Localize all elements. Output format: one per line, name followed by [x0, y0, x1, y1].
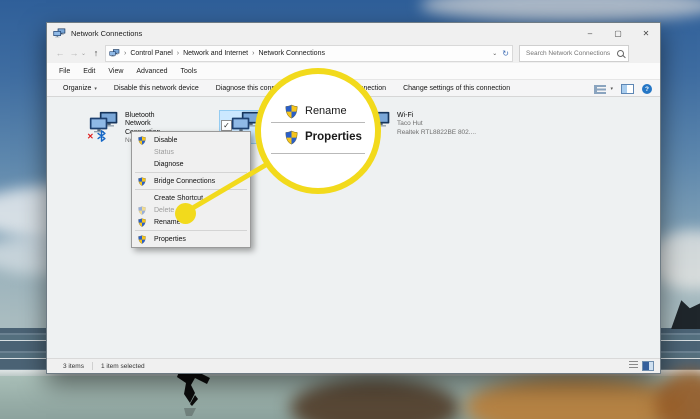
- menu-file[interactable]: File: [59, 68, 70, 75]
- location-icon: [109, 49, 120, 58]
- close-button[interactable]: ✕: [632, 23, 660, 43]
- uac-shield-icon: [285, 130, 298, 145]
- window-title: Network Connections: [71, 28, 143, 38]
- connection-name: Wi-Fi: [397, 112, 414, 119]
- callout-rename-row: Rename: [261, 100, 375, 122]
- address-bar: ← → ⌄ ↑ › Control Panel › Network and In…: [47, 43, 660, 63]
- up-icon[interactable]: ↑: [89, 48, 103, 58]
- uac-shield-icon: [285, 104, 298, 119]
- uac-shield-icon: [138, 235, 146, 244]
- history-caret-icon[interactable]: ⌄: [81, 50, 89, 57]
- context-menu-item-status: Status: [154, 148, 174, 156]
- preview-pane-icon[interactable]: [621, 84, 634, 94]
- change-settings-button[interactable]: Change settings of this connection: [403, 85, 510, 92]
- context-menu-item-disable[interactable]: Disable: [132, 134, 250, 146]
- details-view-icon[interactable]: [629, 361, 638, 369]
- context-menu-item-properties[interactable]: Properties: [132, 233, 250, 245]
- title-bar[interactable]: Network Connections – ▢ ✕: [47, 23, 660, 43]
- breadcrumb-network-connections[interactable]: Network Connections: [258, 50, 325, 57]
- menu-edit[interactable]: Edit: [83, 68, 95, 75]
- network-connections-window: Network Connections – ▢ ✕ ← → ⌄ ↑ › Cont…: [46, 22, 661, 374]
- disable-device-button[interactable]: Disable this network device: [114, 85, 199, 92]
- search-input[interactable]: [524, 48, 617, 58]
- refresh-icon[interactable]: ↻: [502, 49, 509, 58]
- help-icon[interactable]: ?: [642, 84, 652, 94]
- callout-dot: [175, 203, 196, 224]
- bluetooth-icon: [97, 130, 106, 142]
- chevron-down-icon: ▾: [94, 85, 97, 92]
- minimize-button[interactable]: –: [576, 23, 604, 43]
- breadcrumb[interactable]: › Control Panel › Network and Internet ›…: [105, 44, 513, 62]
- views-icon[interactable]: [594, 84, 607, 94]
- callout-separator: [271, 122, 365, 123]
- menu-view[interactable]: View: [108, 68, 123, 75]
- uac-shield-icon: [138, 177, 146, 186]
- connection-device: Realtek RTL8822BE 802....: [397, 128, 477, 136]
- forward-icon[interactable]: →: [67, 48, 81, 58]
- callout-rename-label: Rename: [305, 105, 347, 117]
- menu-tools[interactable]: Tools: [181, 68, 197, 75]
- uac-shield-icon: [138, 206, 146, 215]
- context-menu-item-diagnose[interactable]: Diagnose: [132, 158, 250, 170]
- desktop: Network Connections – ▢ ✕ ← → ⌄ ↑ › Cont…: [0, 0, 700, 419]
- bluetooth-adapter-icon: ✕: [87, 111, 121, 142]
- status-bar: 3 items 1 item selected: [47, 358, 660, 373]
- menu-separator: [135, 172, 247, 173]
- context-menu: Disable Status Diagnose Bridge Connectio…: [131, 131, 251, 248]
- selection-count: 1 item selected: [100, 362, 145, 370]
- status-divider: [91, 362, 93, 370]
- disconnected-x-icon: ✕: [87, 132, 94, 141]
- callout-properties-row: Properties: [261, 124, 375, 150]
- breadcrumb-network-and-internet[interactable]: Network and Internet: [183, 50, 248, 57]
- breadcrumb-separator: ›: [124, 49, 127, 57]
- search-icon[interactable]: [617, 49, 624, 57]
- callout-magnifier-circle: Rename Properties: [255, 68, 381, 194]
- callout-separator: [271, 153, 365, 154]
- menu-bar: File Edit View Advanced Tools: [47, 63, 660, 79]
- organize-button[interactable]: Organize ▾: [63, 85, 97, 92]
- connection-status: Taco Hut: [397, 120, 423, 128]
- back-icon[interactable]: ←: [53, 48, 67, 58]
- context-menu-item-create-shortcut[interactable]: Create Shortcut: [132, 192, 250, 204]
- breadcrumb-control-panel[interactable]: Control Panel: [130, 50, 172, 57]
- search-box[interactable]: [519, 44, 629, 62]
- views-caret-icon[interactable]: ▾: [610, 86, 613, 92]
- breadcrumb-separator: ›: [252, 49, 255, 57]
- uac-shield-icon: [138, 218, 146, 227]
- uac-shield-icon: [138, 136, 146, 145]
- callout-properties-label: Properties: [305, 131, 362, 143]
- address-dropdown-icon[interactable]: ⌄: [492, 50, 497, 57]
- maximize-button[interactable]: ▢: [604, 23, 632, 43]
- items-count: 3 items: [63, 362, 84, 370]
- menu-advanced[interactable]: Advanced: [136, 68, 167, 75]
- breadcrumb-separator: ›: [176, 49, 180, 57]
- menu-separator: [135, 230, 247, 231]
- network-connections-icon: [53, 28, 66, 39]
- menu-separator: [135, 189, 247, 190]
- connection-tile-wifi[interactable]: Wi-Fi Taco Hut Realtek RTL8822BE 802....: [359, 111, 511, 143]
- thumbnail-view-icon[interactable]: [642, 361, 654, 371]
